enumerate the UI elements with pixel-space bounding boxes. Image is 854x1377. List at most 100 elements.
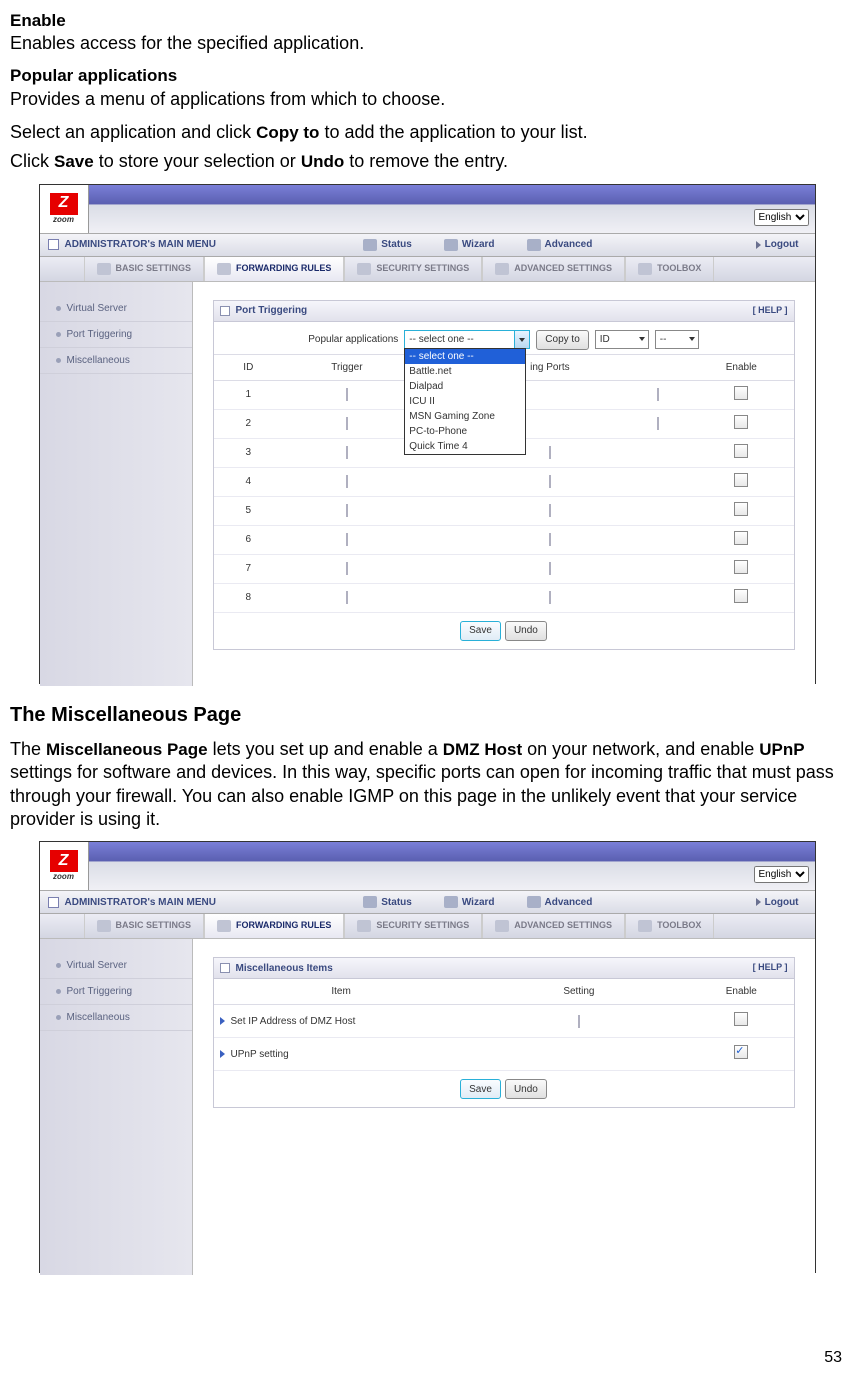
tab-icon	[357, 263, 371, 275]
bold-undo: Undo	[301, 152, 344, 171]
status-icon	[363, 896, 377, 908]
tab-advanced-settings[interactable]: ADVANCED SETTINGS	[482, 914, 625, 938]
help-link[interactable]: [ HELP ]	[753, 962, 788, 974]
status-icon	[363, 239, 377, 251]
trigger-input[interactable]	[346, 591, 348, 604]
dmz-address-input[interactable]	[578, 1015, 580, 1028]
tab-icon	[638, 920, 652, 932]
tab-bar: BASIC SETTINGS FORWARDING RULES SECURITY…	[40, 257, 815, 282]
enable-checkbox[interactable]	[734, 589, 748, 603]
enable-checkbox[interactable]	[734, 415, 748, 429]
trigger-input[interactable]	[346, 446, 348, 459]
incoming-input[interactable]	[549, 504, 551, 517]
incoming-input[interactable]	[657, 388, 659, 401]
dropdown-option[interactable]: -- select one --	[405, 349, 525, 364]
position-select[interactable]: --	[655, 330, 699, 349]
incoming-input[interactable]	[549, 562, 551, 575]
dropdown-option[interactable]: Battle.net	[405, 364, 525, 379]
sidebar-item-miscellaneous[interactable]: Miscellaneous	[40, 348, 192, 374]
tab-forwarding-rules[interactable]: FORWARDING RULES	[204, 257, 344, 281]
panel-header: Miscellaneous Items [ HELP ]	[213, 957, 795, 979]
dropdown-option[interactable]: ICU II	[405, 394, 525, 409]
popular-apps-dropdown-list: -- select one -- Battle.net Dialpad ICU …	[404, 348, 526, 455]
menu-status[interactable]: Status	[347, 238, 428, 251]
text: to remove the entry.	[344, 151, 508, 171]
logo-z-icon: Z	[50, 193, 78, 215]
copy-to-button[interactable]: Copy to	[536, 330, 588, 350]
menu-title: ADMINISTRATOR's MAIN MENU	[65, 238, 216, 251]
enable-checkbox[interactable]	[734, 502, 748, 516]
row-dmz-host: Set IP Address of DMZ Host	[214, 1005, 794, 1038]
language-select[interactable]: English	[754, 866, 809, 883]
panel-title: Miscellaneous Items	[236, 962, 333, 975]
col-enable: Enable	[689, 354, 793, 380]
advanced-icon	[527, 896, 541, 908]
table-row: 5	[214, 496, 794, 525]
tab-basic-settings[interactable]: BASIC SETTINGS	[84, 914, 205, 938]
enable-checkbox[interactable]	[734, 444, 748, 458]
dropdown-option[interactable]: Quick Time 4	[405, 439, 525, 454]
menu-logout[interactable]: Logout	[740, 238, 815, 251]
save-button[interactable]: Save	[460, 621, 501, 641]
upnp-enable-checkbox[interactable]	[734, 1045, 748, 1059]
para-misc-desc: The Miscellaneous Page lets you set up a…	[10, 738, 844, 832]
sidebar-item-virtual-server[interactable]: Virtual Server	[40, 296, 192, 322]
bold-copy-to: Copy to	[256, 123, 319, 142]
help-link[interactable]: [ HELP ]	[753, 305, 788, 317]
incoming-input[interactable]	[549, 533, 551, 546]
menu-wizard[interactable]: Wizard	[428, 896, 511, 909]
sidebar-item-miscellaneous[interactable]: Miscellaneous	[40, 1005, 192, 1031]
dropdown-option[interactable]: MSN Gaming Zone	[405, 409, 525, 424]
enable-checkbox[interactable]	[734, 473, 748, 487]
tab-toolbox[interactable]: TOOLBOX	[625, 257, 714, 281]
tab-toolbox[interactable]: TOOLBOX	[625, 914, 714, 938]
incoming-input[interactable]	[657, 417, 659, 430]
panel-header: Port Triggering [ HELP ]	[213, 300, 795, 322]
cell-id: 2	[214, 409, 284, 438]
main-panel: Port Triggering [ HELP ] Popular applica…	[193, 282, 815, 686]
tab-forwarding-rules[interactable]: FORWARDING RULES	[204, 914, 344, 938]
trigger-input[interactable]	[346, 533, 348, 546]
trigger-input[interactable]	[346, 562, 348, 575]
menu-advanced[interactable]: Advanced	[511, 896, 609, 909]
heading-miscellaneous-page: The Miscellaneous Page	[10, 702, 844, 728]
dropdown-option[interactable]: PC-to-Phone	[405, 424, 525, 439]
main-panel: Miscellaneous Items [ HELP ] Item Settin…	[193, 939, 815, 1275]
tab-security-settings[interactable]: SECURITY SETTINGS	[344, 914, 482, 938]
language-select[interactable]: English	[754, 209, 809, 226]
sidebar-item-port-triggering[interactable]: Port Triggering	[40, 979, 192, 1005]
trigger-input[interactable]	[346, 417, 348, 430]
popular-apps-label: Popular applications	[308, 333, 398, 346]
text: lets you set up and enable a	[208, 739, 443, 759]
trigger-input[interactable]	[346, 504, 348, 517]
menu-logout[interactable]: Logout	[740, 896, 815, 909]
id-select[interactable]: ID	[595, 330, 649, 349]
tab-advanced-settings[interactable]: ADVANCED SETTINGS	[482, 257, 625, 281]
save-button[interactable]: Save	[460, 1079, 501, 1099]
dropdown-option[interactable]: Dialpad	[405, 379, 525, 394]
menu-advanced[interactable]: Advanced	[511, 238, 609, 251]
enable-checkbox[interactable]	[734, 531, 748, 545]
cell-id: 6	[214, 525, 284, 554]
tab-basic-settings[interactable]: BASIC SETTINGS	[84, 257, 205, 281]
enable-checkbox[interactable]	[734, 386, 748, 400]
popular-apps-select[interactable]: -- select one --	[404, 330, 530, 349]
enable-checkbox[interactable]	[734, 560, 748, 574]
sidebar-item-port-triggering[interactable]: Port Triggering	[40, 322, 192, 348]
incoming-input[interactable]	[549, 446, 551, 459]
undo-button[interactable]: Undo	[505, 1079, 547, 1099]
text: settings for software and devices. In th…	[10, 762, 834, 829]
undo-button[interactable]: Undo	[505, 621, 547, 641]
tab-security-settings[interactable]: SECURITY SETTINGS	[344, 257, 482, 281]
tab-bar: BASIC SETTINGS FORWARDING RULES SECURITY…	[40, 914, 815, 939]
dmz-enable-checkbox[interactable]	[734, 1012, 748, 1026]
menu-wizard[interactable]: Wizard	[428, 238, 511, 251]
trigger-input[interactable]	[346, 475, 348, 488]
cell-item: Set IP Address of DMZ Host	[231, 1016, 356, 1027]
incoming-input[interactable]	[549, 475, 551, 488]
menu-status[interactable]: Status	[347, 896, 428, 909]
menu-title: ADMINISTRATOR's MAIN MENU	[65, 896, 216, 909]
sidebar-item-virtual-server[interactable]: Virtual Server	[40, 953, 192, 979]
incoming-input[interactable]	[549, 591, 551, 604]
trigger-input[interactable]	[346, 388, 348, 401]
